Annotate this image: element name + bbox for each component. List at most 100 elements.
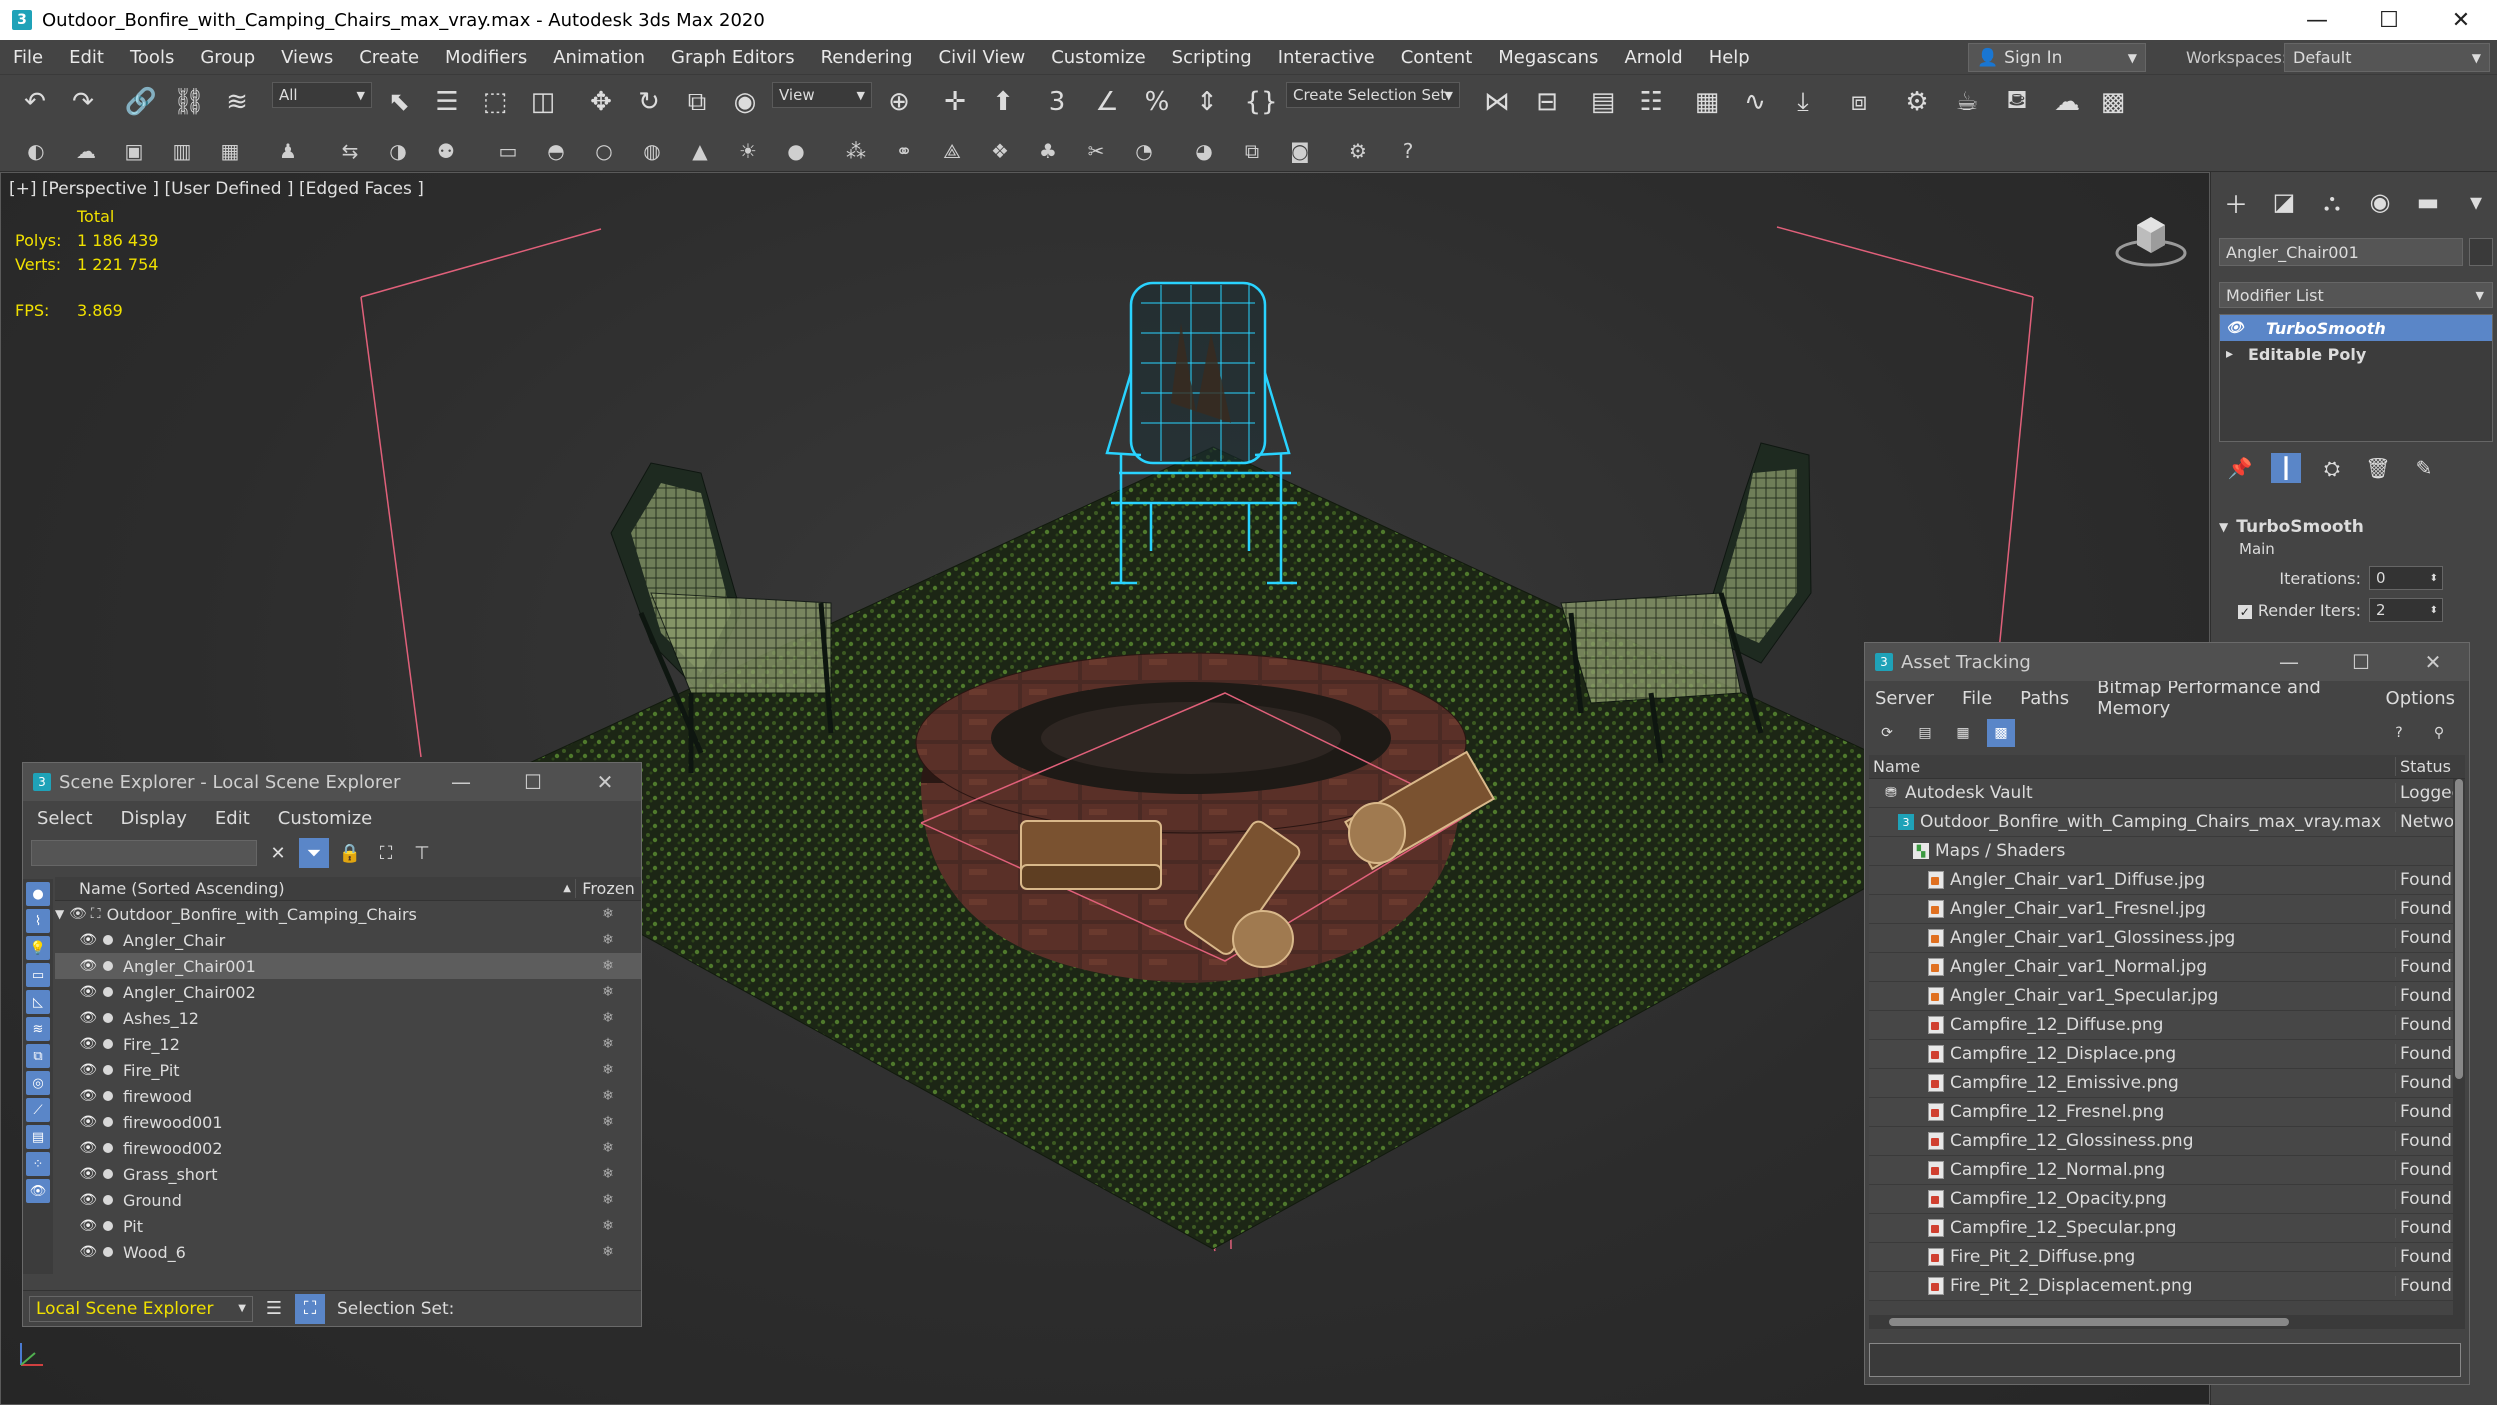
select-manipulate-icon[interactable]: ✛ [938, 85, 972, 119]
lights-filter-icon[interactable]: 💡 [26, 936, 50, 960]
eye-icon[interactable]: 👁 [79, 1062, 97, 1078]
close-button[interactable]: ✕ [2425, 0, 2497, 40]
eye-icon[interactable]: 👁 [79, 958, 97, 974]
cameras-filter-icon[interactable]: ▭ [26, 963, 50, 987]
freeze-icon[interactable]: ❄ [575, 932, 641, 948]
eye-icon[interactable]: 👁 [69, 906, 87, 922]
column-frozen[interactable]: Frozen [575, 879, 641, 898]
plane-icon[interactable]: ▭ [494, 137, 522, 165]
configure-modifier-sets-icon[interactable]: ✎ [2409, 453, 2439, 483]
iterations-spinner[interactable]: 0 ⬍ [2369, 566, 2443, 590]
asset-row[interactable]: Angler_Chair_var1_Normal.jpg Found [1869, 953, 2465, 982]
clear-search-icon[interactable]: ✕ [263, 838, 293, 868]
remove-modifier-icon[interactable]: 🗑 [2363, 453, 2393, 483]
menu-paths[interactable]: Paths [2006, 688, 2083, 709]
menu-select[interactable]: Select [23, 808, 107, 829]
object-name-field[interactable]: Angler_Chair001 [2219, 238, 2463, 266]
freeze-icon[interactable]: ❄ [575, 1218, 641, 1234]
expand-arrow-icon[interactable]: ▸ [2226, 346, 2248, 362]
tree-item[interactable]: 👁 Angler_Chair001 ❄ [55, 953, 641, 979]
rectangular-selection-icon[interactable]: ⬚ [478, 85, 512, 119]
viewcube[interactable] [2113, 209, 2189, 269]
renderable-icon[interactable] [103, 1247, 113, 1257]
show-end-result-icon[interactable]: ┃ [2271, 453, 2301, 483]
decal-icon[interactable]: ◔ [1130, 137, 1158, 165]
asset-row[interactable]: Campfire_12_Fresnel.png Found [1869, 1098, 2465, 1127]
renderable-icon[interactable] [103, 1065, 113, 1075]
bind-space-warp-icon[interactable]: ≋ [220, 85, 254, 119]
spinner-arrows-icon[interactable]: ⬍ [2430, 573, 2438, 584]
asset-row[interactable]: Campfire_12_Opacity.png Found [1869, 1185, 2465, 1214]
collapse-arrow-icon[interactable]: ▼ [55, 907, 65, 921]
settings-icon[interactable]: ⚙ [1344, 137, 1372, 165]
material-id-icon[interactable]: ◑ [384, 137, 412, 165]
freeze-icon[interactable]: ❄ [575, 1244, 641, 1260]
object-color-swatch[interactable] [2469, 238, 2493, 266]
asset-row[interactable]: Fire_Pit_2_Displacement.png Found [1869, 1272, 2465, 1301]
asset-path-field[interactable] [1869, 1343, 2461, 1377]
sign-in-dropdown[interactable]: 👤 Sign In ▼ [1968, 43, 2146, 72]
utilities-tab-icon[interactable]: ▾ [2461, 186, 2491, 218]
tree-item[interactable]: 👁 Ashes_12 ❄ [55, 1005, 641, 1031]
modify-tab-icon[interactable]: ◪ [2269, 186, 2299, 218]
asset-row[interactable]: 3 Outdoor_Bonfire_with_Camping_Chairs_max… [1869, 808, 2465, 837]
tree-item[interactable]: 👁 firewood ❄ [55, 1083, 641, 1109]
menu-scripting[interactable]: Scripting [1159, 47, 1265, 68]
render-production-icon[interactable]: ☁ [2050, 85, 2084, 119]
dome-light-icon[interactable]: ◓ [542, 137, 570, 165]
render-setup-icon[interactable]: ◐ [22, 137, 50, 165]
proxy-icon[interactable]: ⚭ [890, 137, 918, 165]
freeze-icon[interactable]: ❄ [575, 984, 641, 1000]
search-input[interactable] [31, 840, 257, 866]
groups-filter-icon[interactable]: ⧉ [26, 1044, 50, 1068]
tree-item[interactable]: 👁 Angler_Chair002 ❄ [55, 979, 641, 1005]
column-name[interactable]: Name (Sorted Ascending) [55, 879, 563, 898]
shapes-filter-icon[interactable]: ⌇ [26, 909, 50, 933]
eye-icon[interactable]: 👁 [79, 1114, 97, 1130]
ambient-light-icon[interactable]: ● [782, 137, 810, 165]
ies-light-icon[interactable]: ▲ [686, 137, 714, 165]
pivot-center-icon[interactable]: ⊕ [882, 85, 916, 119]
tree-item[interactable]: 👁 firewood002 ❄ [55, 1135, 641, 1161]
asset-row[interactable]: Campfire_12_Normal.png Found [1869, 1156, 2465, 1185]
refresh-icon[interactable]: ⟳ [1873, 719, 1901, 747]
tree-item[interactable]: 👁 Ground ❄ [55, 1187, 641, 1213]
renderable-icon[interactable] [103, 1091, 113, 1101]
renderable-icon[interactable] [103, 1221, 113, 1231]
renderable-icon[interactable] [103, 1195, 113, 1205]
renderable-icon[interactable] [103, 1117, 113, 1127]
asset-row[interactable]: Angler_Chair_var1_Glossiness.jpg Found [1869, 924, 2465, 953]
scatter-icon[interactable]: ♣ [1034, 137, 1062, 165]
renderable-icon[interactable] [103, 1039, 113, 1049]
redo-icon[interactable]: ↷ [66, 85, 100, 119]
fur-icon[interactable]: ⁂ [842, 137, 870, 165]
rollout-header[interactable]: ▼ TurboSmooth [2219, 514, 2493, 540]
lock-icon[interactable]: 🔒 [335, 838, 365, 868]
menu-megascans[interactable]: Megascans [1485, 47, 1611, 68]
clipper-icon[interactable]: ✂ [1082, 137, 1110, 165]
menu-server[interactable]: Server [1865, 688, 1948, 709]
place-icon[interactable]: ◉ [728, 85, 762, 119]
percent-snap-icon[interactable]: % [1140, 85, 1174, 119]
pin-icon[interactable]: ⚲ [2425, 719, 2453, 747]
menu-edit[interactable]: Edit [56, 47, 117, 68]
link-icon[interactable]: 🔗 [124, 85, 158, 119]
select-object-icon[interactable]: ⬉ [382, 85, 416, 119]
asset-row[interactable]: Campfire_12_Specular.png Found [1869, 1214, 2465, 1243]
particles-filter-icon[interactable]: ⁘ [26, 1152, 50, 1176]
scrollbar-thumb[interactable] [1889, 1318, 2289, 1326]
freeze-icon[interactable]: ❄ [575, 1088, 641, 1104]
asset-row[interactable]: Campfire_12_Glossiness.png Found [1869, 1127, 2465, 1156]
eye-icon[interactable]: 👁 [79, 1036, 97, 1052]
schematic-view-icon[interactable]: ⧈ [1842, 85, 1876, 119]
window-crossing-icon[interactable]: ◫ [526, 85, 560, 119]
eye-icon[interactable]: 👁 [79, 1010, 97, 1026]
menu-edit[interactable]: Edit [201, 808, 264, 829]
mirror-icon[interactable]: ⋈ [1480, 85, 1514, 119]
render-iters-checkbox[interactable]: ✓ [2237, 604, 2252, 619]
motion-tab-icon[interactable]: ◉ [2365, 186, 2395, 218]
freeze-icon[interactable]: ❄ [575, 1114, 641, 1130]
maximize-button[interactable]: ☐ [2325, 643, 2397, 681]
display-tab-icon[interactable]: ▬ [2413, 186, 2443, 218]
keyboard-shortcut-override-icon[interactable]: ⬆ [986, 85, 1020, 119]
